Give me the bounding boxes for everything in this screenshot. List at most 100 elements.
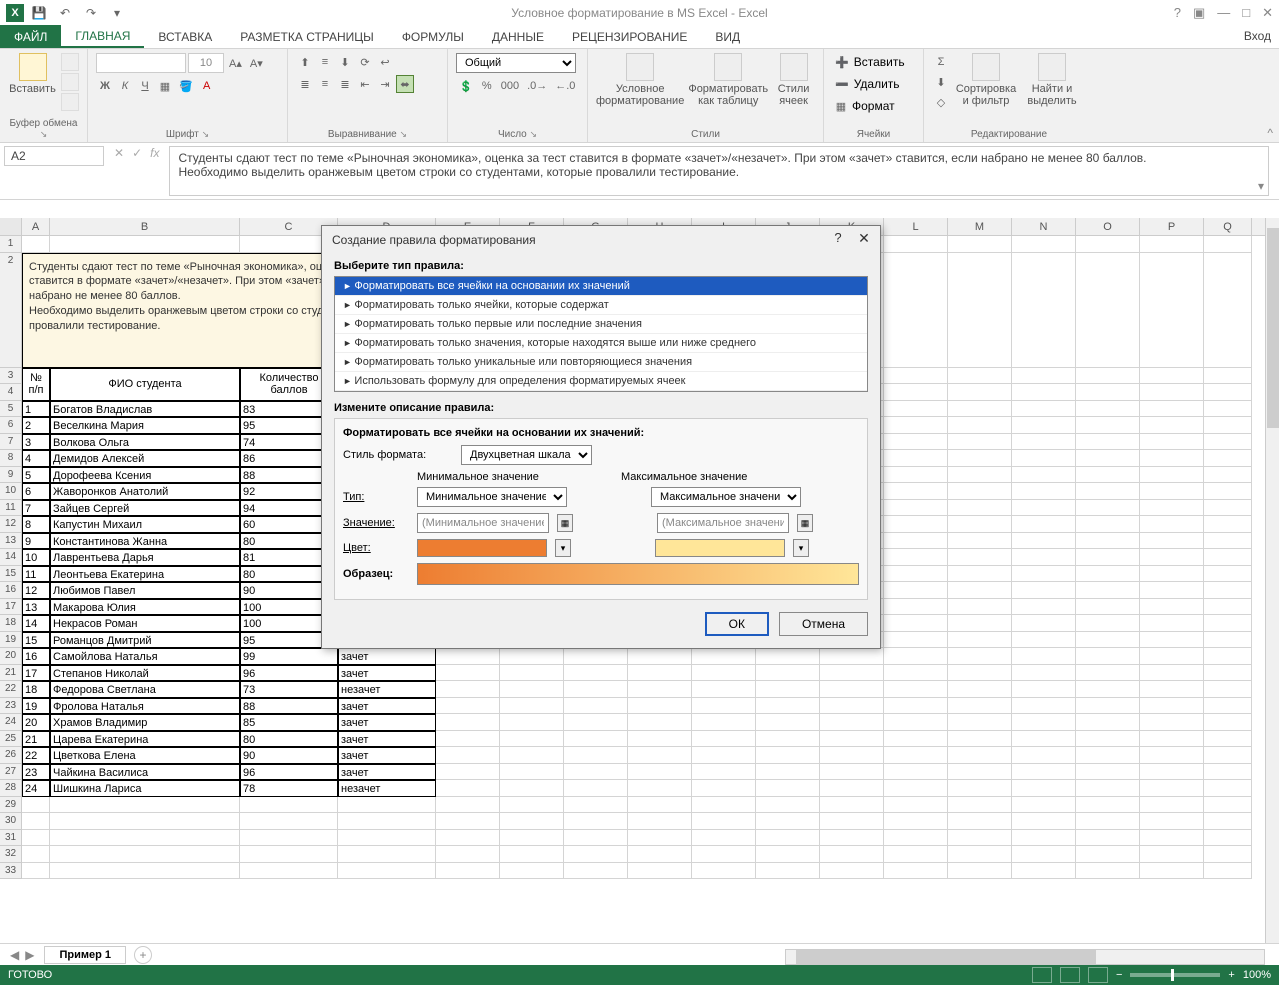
- cell[interactable]: [1076, 764, 1140, 781]
- cell[interactable]: [22, 863, 50, 880]
- cell[interactable]: [1076, 401, 1140, 418]
- cell[interactable]: [240, 846, 338, 863]
- row-header[interactable]: 2: [0, 253, 22, 368]
- table-cell[interactable]: 22: [22, 747, 50, 764]
- cell[interactable]: [436, 846, 500, 863]
- cell[interactable]: [1204, 797, 1252, 814]
- cell[interactable]: [1140, 368, 1204, 385]
- align-bottom-icon[interactable]: ⬇: [336, 53, 354, 71]
- cell[interactable]: [948, 253, 1012, 368]
- max-value-input[interactable]: [657, 513, 789, 533]
- cell[interactable]: [564, 863, 628, 880]
- row-header[interactable]: 18: [0, 615, 22, 632]
- table-cell[interactable]: незачет: [338, 780, 436, 797]
- table-cell[interactable]: Жаворонков Анатолий: [50, 483, 240, 500]
- number-launcher-icon[interactable]: ↘: [530, 129, 538, 139]
- table-cell[interactable]: Любимов Павел: [50, 582, 240, 599]
- row-header[interactable]: 25: [0, 731, 22, 748]
- cell[interactable]: [1076, 714, 1140, 731]
- cell[interactable]: [948, 731, 1012, 748]
- cell[interactable]: [22, 846, 50, 863]
- sheet-nav-prev-icon[interactable]: ◀: [10, 948, 19, 962]
- cell[interactable]: [1076, 698, 1140, 715]
- cell[interactable]: [628, 714, 692, 731]
- cell[interactable]: [50, 846, 240, 863]
- cell[interactable]: [692, 813, 756, 830]
- conditional-formatting-button[interactable]: Условное форматирование: [596, 53, 684, 107]
- cell[interactable]: [1140, 830, 1204, 847]
- cell[interactable]: [240, 863, 338, 880]
- cell[interactable]: [1140, 747, 1204, 764]
- table-cell[interactable]: 19: [22, 698, 50, 715]
- cell[interactable]: [1012, 236, 1076, 253]
- fill-color-icon[interactable]: 🪣: [176, 77, 196, 95]
- cell[interactable]: [884, 434, 948, 451]
- table-cell[interactable]: 15: [22, 632, 50, 649]
- cell[interactable]: [1012, 500, 1076, 517]
- cell[interactable]: [948, 582, 1012, 599]
- clipboard-launcher-icon[interactable]: ↘: [40, 129, 48, 139]
- cell[interactable]: [692, 681, 756, 698]
- cell[interactable]: [1204, 401, 1252, 418]
- cell[interactable]: [1012, 533, 1076, 550]
- cell[interactable]: [1076, 780, 1140, 797]
- table-cell[interactable]: 10: [22, 549, 50, 566]
- cell[interactable]: [948, 450, 1012, 467]
- cell[interactable]: [1140, 566, 1204, 583]
- cell[interactable]: [884, 797, 948, 814]
- cell[interactable]: [564, 797, 628, 814]
- name-box[interactable]: A2: [4, 146, 104, 166]
- table-cell[interactable]: 7: [22, 500, 50, 517]
- cell[interactable]: [628, 780, 692, 797]
- table-cell[interactable]: Степанов Николай: [50, 665, 240, 682]
- cell[interactable]: [756, 863, 820, 880]
- increase-decimal-icon[interactable]: .0→: [524, 77, 550, 95]
- cell[interactable]: [500, 813, 564, 830]
- column-header[interactable]: B: [50, 218, 240, 235]
- cell[interactable]: [1140, 632, 1204, 649]
- cell[interactable]: [884, 731, 948, 748]
- table-cell[interactable]: 2: [22, 417, 50, 434]
- table-cell[interactable]: 4: [22, 450, 50, 467]
- cell[interactable]: [884, 368, 948, 385]
- cell[interactable]: [884, 714, 948, 731]
- cell[interactable]: [436, 830, 500, 847]
- dialog-help-icon[interactable]: ?: [828, 230, 848, 250]
- table-cell[interactable]: Царева Екатерина: [50, 731, 240, 748]
- fx-icon[interactable]: fx: [150, 146, 159, 160]
- cell[interactable]: [884, 533, 948, 550]
- table-cell[interactable]: Богатов Владислав: [50, 401, 240, 418]
- cell[interactable]: [948, 533, 1012, 550]
- column-header[interactable]: A: [22, 218, 50, 235]
- cell[interactable]: [884, 764, 948, 781]
- vertical-scroll-thumb[interactable]: [1267, 228, 1279, 428]
- cell[interactable]: [948, 368, 1012, 385]
- table-cell[interactable]: 17: [22, 665, 50, 682]
- page-break-view-icon[interactable]: [1088, 967, 1108, 983]
- min-color-swatch[interactable]: [417, 539, 547, 557]
- cell[interactable]: [948, 846, 1012, 863]
- row-header[interactable]: 15: [0, 566, 22, 583]
- table-cell[interactable]: зачет: [338, 714, 436, 731]
- cell[interactable]: [1076, 731, 1140, 748]
- cell[interactable]: [1204, 434, 1252, 451]
- cell[interactable]: [1204, 417, 1252, 434]
- decrease-decimal-icon[interactable]: ←.0: [552, 77, 578, 95]
- cell[interactable]: [884, 648, 948, 665]
- cell[interactable]: [1204, 566, 1252, 583]
- horizontal-scrollbar[interactable]: [785, 949, 1265, 965]
- cell[interactable]: [948, 714, 1012, 731]
- row-header[interactable]: 24: [0, 714, 22, 731]
- max-type-select[interactable]: Максимальное значение: [651, 487, 801, 507]
- table-cell[interactable]: 9: [22, 533, 50, 550]
- cell[interactable]: [1012, 401, 1076, 418]
- cell[interactable]: [1012, 417, 1076, 434]
- cell[interactable]: [884, 681, 948, 698]
- cell[interactable]: [756, 764, 820, 781]
- ribbon-options-icon[interactable]: ▣: [1193, 5, 1205, 21]
- cell[interactable]: [820, 648, 884, 665]
- cell[interactable]: [820, 863, 884, 880]
- cell[interactable]: [436, 780, 500, 797]
- cell[interactable]: [628, 764, 692, 781]
- font-color-icon[interactable]: A: [198, 77, 216, 95]
